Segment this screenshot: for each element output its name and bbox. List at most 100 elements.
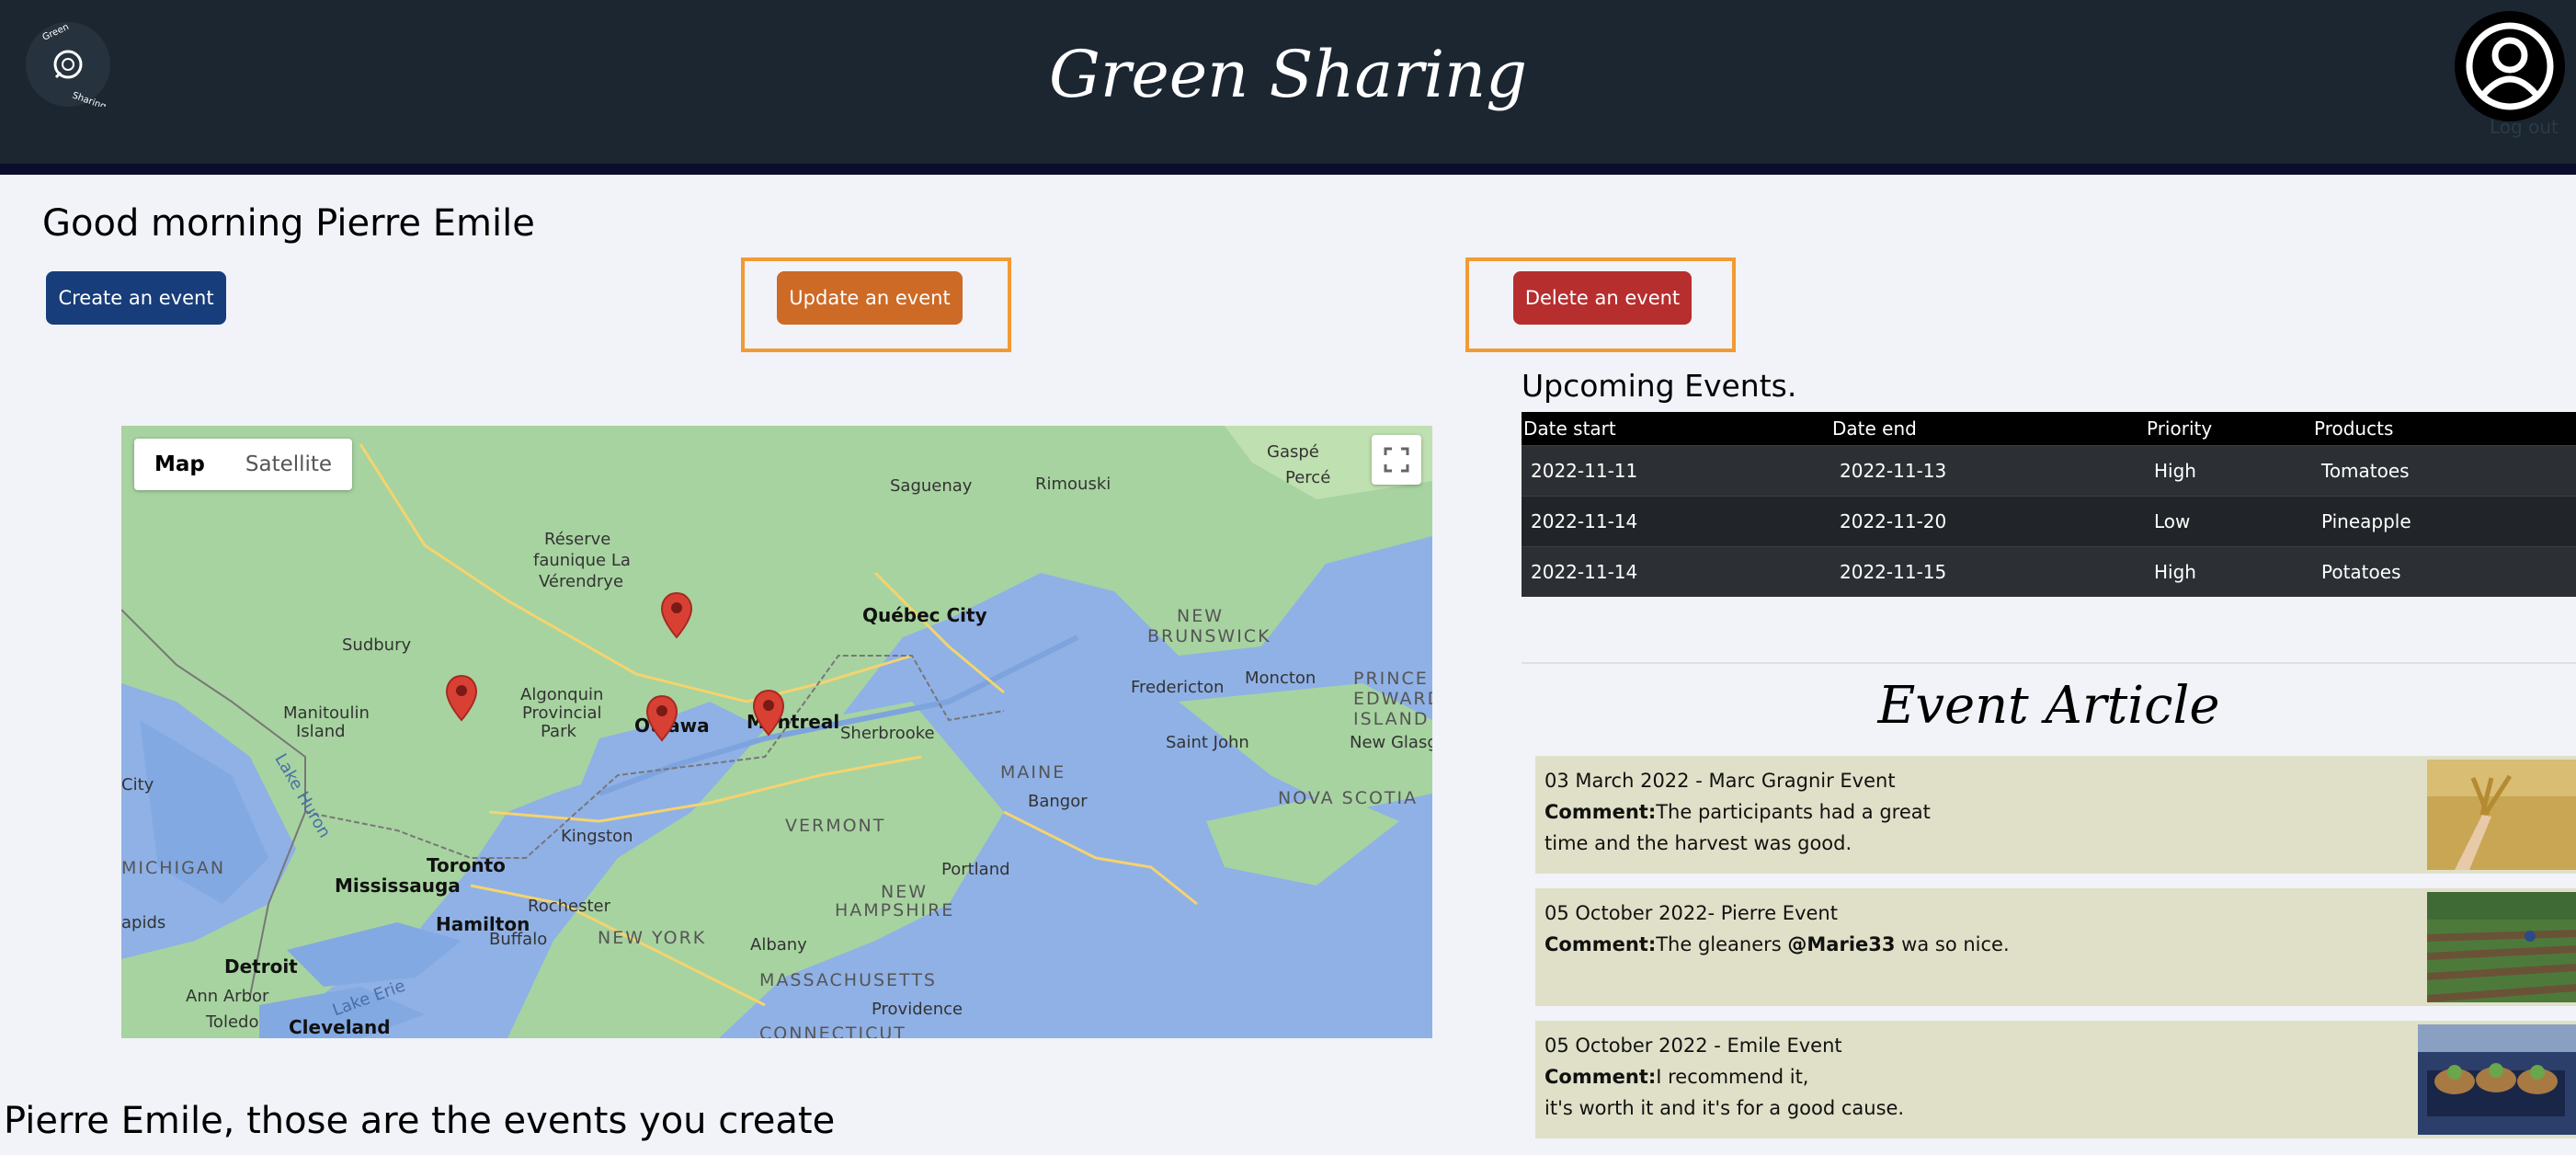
table-row[interactable]: 2022-11-14 2022-11-20 Low Pineapple xyxy=(1522,496,2576,547)
map-label-new-hampshire-1: NEW xyxy=(881,882,929,902)
event-map[interactable]: Map Satellite Gaspé Percé Saguenay Rimou… xyxy=(121,426,1432,1038)
comment-label: Comment: xyxy=(1544,933,1657,955)
map-type-satellite[interactable]: Satellite xyxy=(225,439,352,490)
truck-produce-image xyxy=(2418,1024,2576,1135)
logout-link[interactable]: Log out xyxy=(2490,116,2559,138)
map-label-pei-1: PRINCE xyxy=(1353,669,1429,689)
map-label-rochester: Rochester xyxy=(528,897,610,916)
map-label-city: City xyxy=(121,775,154,795)
article-comment: Comment:I recommend it, xyxy=(1544,1061,1904,1092)
table-cell: Low xyxy=(2145,496,2312,547)
map-label-maine: MAINE xyxy=(1000,762,1066,783)
map-label-sudbury: Sudbury xyxy=(342,635,412,655)
map-label-algonquin-3: Park xyxy=(541,722,576,741)
comment-label: Comment: xyxy=(1544,1066,1657,1088)
map-label-saint-john: Saint John xyxy=(1166,733,1249,752)
user-mention[interactable]: @Marie33 xyxy=(1787,933,1895,955)
my-events-heading: Pierre Emile, those are the events you c… xyxy=(4,1100,836,1142)
table-cell: Tomatoes xyxy=(2312,445,2576,497)
comment-text: I recommend it, xyxy=(1656,1066,1809,1088)
section-divider xyxy=(1522,662,2576,664)
event-marker-pin-icon[interactable] xyxy=(645,694,678,742)
map-label-vermont: VERMONT xyxy=(785,816,886,836)
table-header-row: Date start Date end Priority Products xyxy=(1522,412,2576,446)
map-label-new-brunswick-1: NEW xyxy=(1177,606,1225,626)
article-comment: Comment:The gleaners @Marie33 wa so nice… xyxy=(1544,929,2010,960)
map-label-detroit: Detroit xyxy=(224,955,298,978)
comment-text: The participants had a great xyxy=(1656,801,1931,823)
article-card[interactable]: 05 October 2022 - Emile Event Comment:I … xyxy=(1535,1021,2576,1138)
map-type-map[interactable]: Map xyxy=(134,439,225,490)
event-article-title: Event Article xyxy=(1877,676,2220,736)
update-button-highlight xyxy=(741,257,1011,352)
map-label-sherbrooke: Sherbrooke xyxy=(840,724,935,743)
map-label-pei-3: ISLAND xyxy=(1353,709,1430,729)
user-avatar-icon[interactable] xyxy=(2455,11,2565,121)
event-marker-pin-icon[interactable] xyxy=(445,674,478,722)
comment-text-line: time and the harvest was good. xyxy=(1544,832,1852,854)
article-text: 05 October 2022 - Emile Event Comment:I … xyxy=(1544,1030,1904,1124)
map-label-saguenay: Saguenay xyxy=(890,476,973,496)
map-label-new-glasgow: New Glasgow xyxy=(1350,733,1432,752)
comment-text: The gleaners xyxy=(1656,933,1788,955)
map-label-quebec: Québec City xyxy=(862,604,987,626)
map-label-ann-arbor: Ann Arbor xyxy=(186,987,269,1006)
article-text: 03 March 2022 - Marc Gragnir Event Comme… xyxy=(1544,765,1931,859)
event-marker-pin-icon[interactable] xyxy=(660,591,693,639)
table-cell: Potatoes xyxy=(2312,546,2576,597)
map-label-albany: Albany xyxy=(750,935,807,955)
article-card[interactable]: 05 October 2022- Pierre Event Comment:Th… xyxy=(1535,888,2576,1006)
map-label-cleveland: Cleveland xyxy=(289,1016,391,1038)
event-marker-pin-icon[interactable] xyxy=(752,689,785,737)
map-label-nova-scotia: NOVA SCOTIA xyxy=(1278,788,1419,808)
table-cell: 2022-11-15 xyxy=(1830,546,2145,597)
comment-label: Comment: xyxy=(1544,801,1657,823)
map-label-manitoulin-2: Island xyxy=(296,722,346,741)
field-rows-image xyxy=(2427,892,2576,1002)
upcoming-events-table: Date start Date end Priority Products 20… xyxy=(1522,412,2576,597)
table-cell: High xyxy=(2145,445,2312,497)
map-label-buffalo: Buffalo xyxy=(489,930,548,949)
map-label-fredericton: Fredericton xyxy=(1131,678,1225,697)
table-cell: 2022-11-14 xyxy=(1522,546,1830,597)
map-label-algonquin-2: Provincial xyxy=(522,703,602,723)
map-label-kingston: Kingston xyxy=(561,827,633,846)
comment-text-line: it's worth it and it's for a good cause. xyxy=(1544,1097,1905,1119)
map-label-toronto: Toronto xyxy=(427,854,506,876)
column-header: Date end xyxy=(1830,412,2145,446)
map-label-perce: Percé xyxy=(1285,468,1331,487)
create-event-button[interactable]: Create an event xyxy=(46,271,226,325)
table-cell: Pineapple xyxy=(2312,496,2576,547)
map-label-manitoulin-1: Manitoulin xyxy=(283,703,370,723)
map-label-reserve-3: Vérendrye xyxy=(539,572,624,591)
fullscreen-icon[interactable] xyxy=(1372,435,1421,485)
map-label-connecticut: CONNECTICUT xyxy=(759,1023,906,1038)
map-type-control: Map Satellite xyxy=(134,439,353,490)
article-heading: 03 March 2022 - Marc Gragnir Event xyxy=(1544,770,1896,792)
article-heading: 05 October 2022- Pierre Event xyxy=(1544,902,1838,924)
article-card[interactable]: 03 March 2022 - Marc Gragnir Event Comme… xyxy=(1535,756,2576,874)
article-heading: 05 October 2022 - Emile Event xyxy=(1544,1035,1842,1057)
column-header: Priority xyxy=(2145,412,2312,446)
map-label-toledo: Toledo xyxy=(206,1012,259,1032)
top-header: Green Sharing Green Sharing Log out xyxy=(0,0,2576,175)
map-label-gaspe: Gaspé xyxy=(1267,442,1319,462)
column-header: Date start xyxy=(1522,412,1830,446)
map-label-reserve-1: Réserve xyxy=(544,530,611,549)
map-label-new-york: NEW YORK xyxy=(598,928,707,948)
map-label-pei-2: EDWARD xyxy=(1353,689,1432,709)
table-row[interactable]: 2022-11-11 2022-11-13 High Tomatoes xyxy=(1522,445,2576,497)
table-row[interactable]: 2022-11-14 2022-11-15 High Potatoes xyxy=(1522,546,2576,597)
map-label-providence: Providence xyxy=(872,1000,963,1019)
table-cell: 2022-11-14 xyxy=(1522,496,1830,547)
delete-button-highlight xyxy=(1465,257,1736,352)
map-label-moncton: Moncton xyxy=(1245,669,1316,688)
map-label-portland: Portland xyxy=(941,860,1010,879)
table-cell: 2022-11-20 xyxy=(1830,496,2145,547)
article-text: 05 October 2022- Pierre Event Comment:Th… xyxy=(1544,898,2010,960)
comment-text: wa so nice. xyxy=(1895,933,2010,955)
map-label-new-hampshire-2: HAMPSHIRE xyxy=(835,900,955,921)
map-label-algonquin-1: Algonquin xyxy=(520,685,604,704)
column-header: Products xyxy=(2312,412,2576,446)
upcoming-events-title: Upcoming Events. xyxy=(1522,368,1797,404)
